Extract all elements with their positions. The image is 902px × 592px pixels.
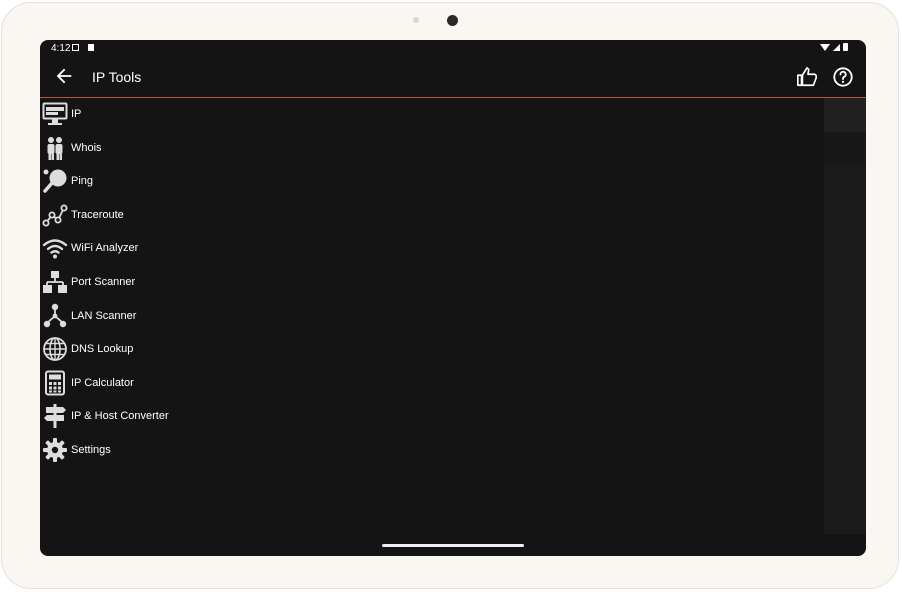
menu-item-ip[interactable]: IP xyxy=(40,98,240,132)
menu-item-label: Traceroute xyxy=(71,208,124,221)
menu-item-label: WiFi Analyzer xyxy=(71,242,139,255)
menu-item-lan-scanner[interactable]: LAN Scanner xyxy=(40,300,240,334)
globe-icon xyxy=(43,337,67,362)
right-panel xyxy=(824,98,866,534)
status-bar: 4:12 xyxy=(40,40,866,56)
menu-item-label: DNS Lookup xyxy=(71,343,134,356)
menu-item-port-scanner[interactable]: Port Scanner xyxy=(40,266,240,300)
notification-icon xyxy=(72,44,79,51)
front-camera xyxy=(447,15,458,26)
menu-item-label: LAN Scanner xyxy=(71,309,137,322)
route-icon xyxy=(42,204,68,227)
panel-row xyxy=(824,132,866,166)
tools-menu: IP Whois Ping Traceroute WiFi Analyzer P… xyxy=(40,98,240,468)
tablet-frame: 4:12 IP Tools IP Whois Ping Traceroute W… xyxy=(1,2,899,589)
menu-item-ping[interactable]: Ping xyxy=(40,165,240,199)
wifi-status-icon xyxy=(820,43,830,51)
status-icons xyxy=(820,43,848,51)
menu-item-label: IP & Host Converter xyxy=(71,410,169,423)
menu-item-settings[interactable]: Settings xyxy=(40,434,240,468)
sensor-dot xyxy=(413,17,419,23)
page-title: IP Tools xyxy=(92,69,142,85)
menu-item-ip-host-converter[interactable]: IP & Host Converter xyxy=(40,400,240,434)
home-indicator[interactable] xyxy=(382,544,524,547)
menu-item-whois[interactable]: Whois xyxy=(40,132,240,166)
network-hierarchy-icon xyxy=(43,270,67,293)
menu-item-ip-calculator[interactable]: IP Calculator xyxy=(40,367,240,401)
panel-row xyxy=(824,98,866,132)
menu-item-label: Settings xyxy=(71,443,111,456)
menu-item-label: Port Scanner xyxy=(71,275,136,288)
signpost-icon xyxy=(44,404,66,429)
status-time: 4:12 xyxy=(51,43,71,54)
menu-item-label: IP xyxy=(71,108,82,120)
thumbs-up-icon[interactable] xyxy=(796,66,818,88)
monitor-icon xyxy=(42,102,68,125)
battery-icon xyxy=(843,43,848,51)
lan-nodes-icon xyxy=(43,303,67,327)
gear-icon xyxy=(43,437,67,462)
menu-item-traceroute[interactable]: Traceroute xyxy=(40,199,240,233)
signal-icon xyxy=(833,43,840,51)
menu-item-wifi-analyzer[interactable]: WiFi Analyzer xyxy=(40,232,240,266)
screen: 4:12 IP Tools IP Whois Ping Traceroute W… xyxy=(40,40,866,556)
calculator-icon xyxy=(45,370,65,396)
sd-card-icon xyxy=(88,44,94,51)
app-bar: IP Tools xyxy=(40,56,866,98)
menu-item-label: IP Calculator xyxy=(71,376,134,389)
menu-item-label: Ping xyxy=(71,175,94,188)
ping-pong-icon xyxy=(43,169,67,193)
menu-item-label: Whois xyxy=(71,141,102,154)
back-arrow-icon[interactable] xyxy=(53,65,75,87)
menu-item-dns-lookup[interactable]: DNS Lookup xyxy=(40,333,240,367)
wifi-icon xyxy=(42,239,68,259)
people-icon xyxy=(47,136,63,160)
help-icon[interactable] xyxy=(832,66,854,88)
